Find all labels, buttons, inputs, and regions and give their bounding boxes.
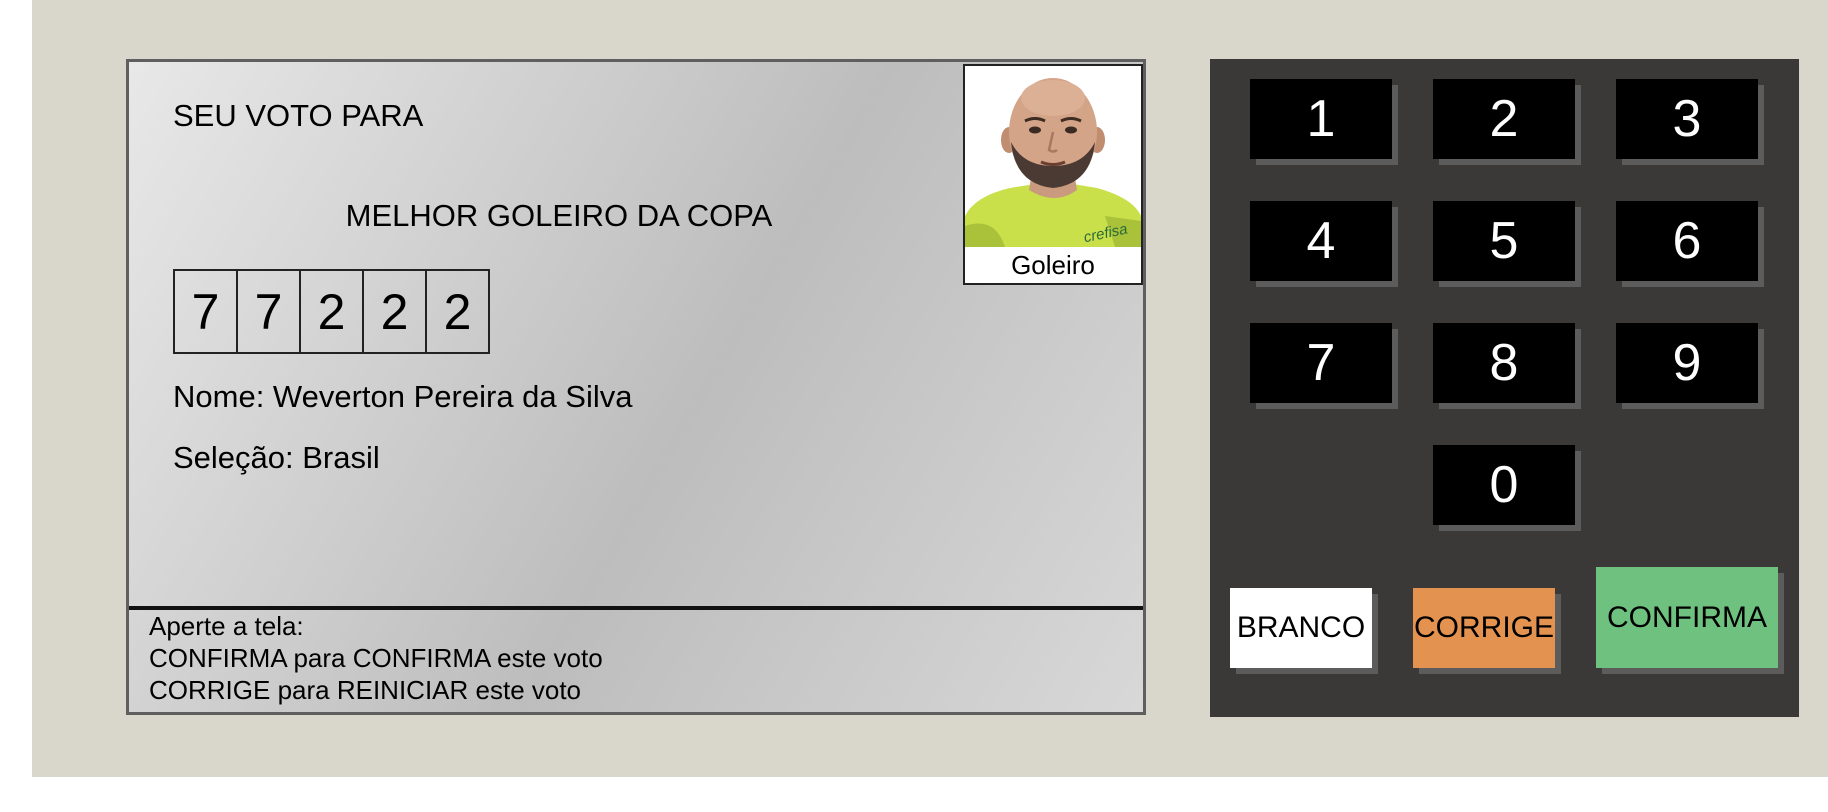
digit-box: 2 bbox=[299, 269, 364, 354]
digit-box: 2 bbox=[362, 269, 427, 354]
candidate-card: crefisa Goleiro bbox=[963, 64, 1143, 285]
key-4[interactable]: 4 bbox=[1250, 201, 1392, 281]
vote-heading: SEU VOTO PARA bbox=[173, 98, 424, 133]
voting-machine: SEU VOTO PARA MELHOR GOLEIRO DA COPA 7 7… bbox=[32, 0, 1828, 777]
branco-button[interactable]: BRANCO bbox=[1230, 588, 1372, 668]
corrige-button[interactable]: CORRIGE bbox=[1413, 588, 1555, 668]
instruction-line: CONFIRMA para CONFIRMA este voto bbox=[149, 643, 603, 673]
instruction-line: CORRIGE para REINICIAR este voto bbox=[149, 675, 582, 705]
candidate-nation: Seleção: Brasil bbox=[173, 440, 380, 475]
digit-box: 7 bbox=[236, 269, 301, 354]
key-5[interactable]: 5 bbox=[1433, 201, 1575, 281]
candidate-photo: crefisa bbox=[965, 66, 1141, 247]
key-3[interactable]: 3 bbox=[1616, 79, 1758, 159]
office-title: MELHOR GOLEIRO DA COPA bbox=[345, 198, 773, 233]
instruction-line: Aperte a tela: bbox=[149, 611, 304, 641]
candidate-name: Nome: Weverton Pereira da Silva bbox=[173, 379, 633, 414]
keypad: 1 2 3 4 5 6 7 8 9 0 BRANCO CORRIGE CONFI… bbox=[1210, 59, 1799, 717]
digit-box: 2 bbox=[425, 269, 490, 354]
confirma-button[interactable]: CONFIRMA bbox=[1596, 567, 1778, 668]
ballot-screen[interactable]: SEU VOTO PARA MELHOR GOLEIRO DA COPA 7 7… bbox=[126, 59, 1146, 715]
key-0[interactable]: 0 bbox=[1433, 445, 1575, 525]
key-8[interactable]: 8 bbox=[1433, 323, 1575, 403]
candidate-role: Goleiro bbox=[1011, 250, 1095, 280]
key-2[interactable]: 2 bbox=[1433, 79, 1575, 159]
instructions-footer: Aperte a tela: CONFIRMA para CONFIRMA es… bbox=[129, 606, 1143, 712]
key-7[interactable]: 7 bbox=[1250, 323, 1392, 403]
key-6[interactable]: 6 bbox=[1616, 201, 1758, 281]
digit-box: 7 bbox=[173, 269, 238, 354]
candidate-number: 7 7 2 2 2 bbox=[173, 269, 490, 354]
key-1[interactable]: 1 bbox=[1250, 79, 1392, 159]
key-9[interactable]: 9 bbox=[1616, 323, 1758, 403]
